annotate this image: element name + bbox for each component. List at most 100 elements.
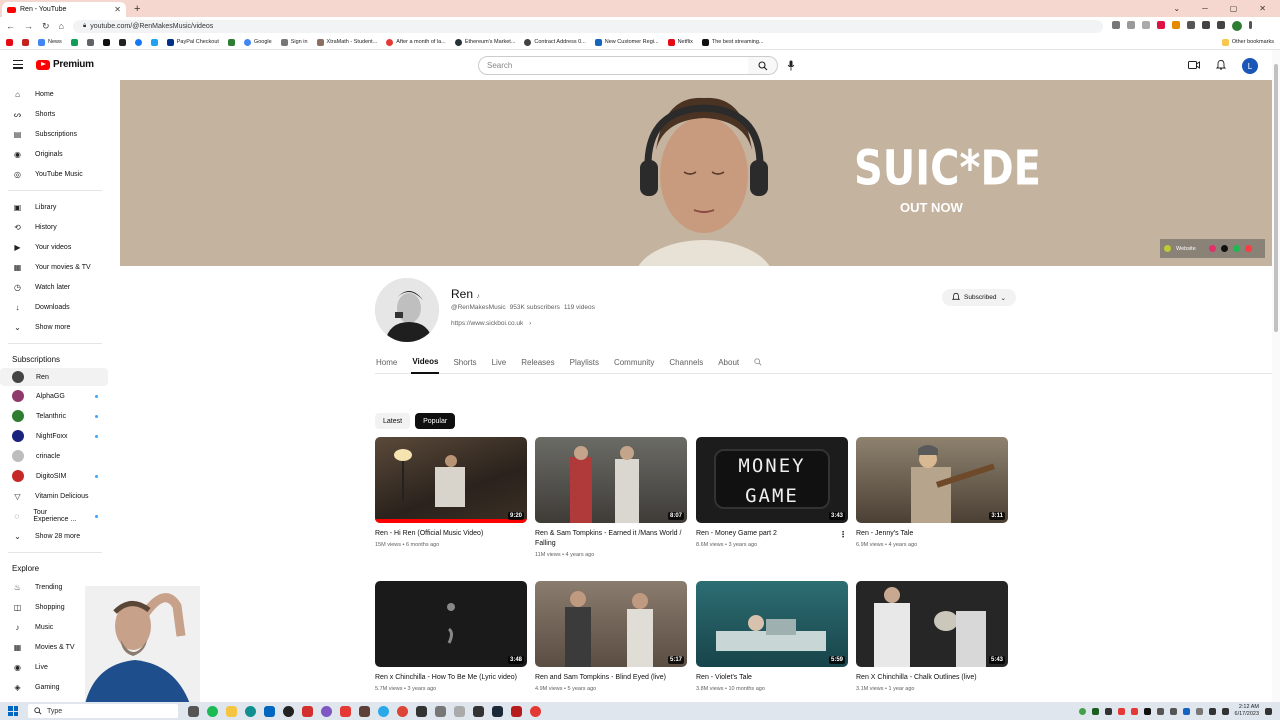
- video-card[interactable]: 5:59 Ren - Violet's Tale 3.8M views • 10…: [696, 581, 848, 692]
- microphone-icon[interactable]: [787, 60, 795, 74]
- app-icon[interactable]: [435, 705, 446, 717]
- windows-start-icon[interactable]: [8, 706, 18, 716]
- sidebar-item-history[interactable]: ⟲ History: [0, 217, 108, 237]
- website-link[interactable]: Website: [1176, 246, 1196, 252]
- extension-icon[interactable]: [1171, 21, 1180, 29]
- browser-tab[interactable]: Ren - YouTube ✕: [2, 2, 126, 17]
- share-icon[interactable]: [1126, 21, 1135, 29]
- sidebar-sub-vitamin-delicious[interactable]: ▽ Vitamin Delicious: [0, 486, 108, 506]
- telegram-icon[interactable]: [378, 705, 389, 717]
- minecraft-icon[interactable]: [359, 705, 370, 717]
- taskbar-search-input[interactable]: Type: [28, 704, 178, 718]
- file-explorer-icon[interactable]: [226, 705, 237, 717]
- reload-icon[interactable]: ↻: [42, 21, 50, 32]
- video-title[interactable]: Ren - Violet's Tale: [696, 673, 848, 683]
- bookmark-icon[interactable]: [118, 38, 126, 46]
- sidebar-item-subscriptions[interactable]: ▤ Subscriptions: [0, 124, 108, 144]
- bookmark-google[interactable]: Google: [243, 38, 272, 46]
- sidebar-sub-ren[interactable]: Ren: [0, 368, 108, 386]
- tray-icon[interactable]: [1182, 707, 1190, 715]
- extension-icon[interactable]: [1156, 21, 1165, 29]
- bookmark-icon[interactable]: [102, 38, 110, 46]
- tab-about[interactable]: About: [717, 350, 740, 374]
- sidebar-sub-crinacle[interactable]: crinacle: [0, 446, 108, 466]
- video-card[interactable]: 9:20 Ren - Hi Ren (Official Music Video)…: [375, 437, 527, 548]
- search-button[interactable]: [748, 56, 778, 75]
- spotify-icon[interactable]: [207, 705, 218, 717]
- search-input[interactable]: Search: [478, 56, 749, 75]
- bookmark-best-streaming[interactable]: The best streaming...: [701, 38, 764, 46]
- tray-icon[interactable]: [1195, 707, 1203, 715]
- hamburger-menu-icon[interactable]: [13, 60, 23, 71]
- video-thumbnail[interactable]: 5:17: [535, 581, 687, 667]
- video-title[interactable]: Ren & Sam Tompkins - Earned it /Mans Wor…: [535, 529, 687, 549]
- app-icon[interactable]: [511, 705, 522, 717]
- steam-icon[interactable]: [492, 705, 503, 717]
- page-scrollbar[interactable]: [1272, 50, 1280, 704]
- channel-avatar[interactable]: [375, 278, 439, 342]
- chrome-icon[interactable]: [397, 705, 408, 717]
- bookmark-icon[interactable]: [86, 38, 94, 46]
- sidebar-sub-alphagg[interactable]: AlphaGG: [0, 386, 108, 406]
- sidebar-item-shorts[interactable]: ᔕ Shorts: [0, 104, 108, 124]
- sidebar-item-home[interactable]: ⌂ Home: [0, 84, 108, 104]
- tab-channels[interactable]: Channels: [668, 350, 704, 374]
- app-icon[interactable]: [302, 705, 313, 717]
- tray-icon[interactable]: [1143, 707, 1151, 715]
- url-field[interactable]: 🔒︎ youtube.com/@RenMakesMusic/videos: [72, 19, 1103, 33]
- tiktok-icon[interactable]: [1220, 245, 1228, 252]
- profile-icon[interactable]: [1231, 21, 1242, 31]
- tab-shorts[interactable]: Shorts: [452, 350, 477, 374]
- app-icon[interactable]: [530, 705, 541, 717]
- video-thumbnail[interactable]: 9:20: [375, 437, 527, 523]
- bookmark-gmail-icon[interactable]: [22, 38, 29, 46]
- sidebar-item-youtube-music[interactable]: ◎ YouTube Music: [0, 164, 108, 184]
- close-tab-icon[interactable]: ✕: [114, 5, 121, 14]
- maximize-icon[interactable]: ▢: [1230, 4, 1238, 13]
- instagram-icon[interactable]: [1208, 245, 1216, 252]
- mail-icon[interactable]: [264, 705, 275, 717]
- video-thumbnail[interactable]: 5:43: [856, 581, 1008, 667]
- video-title[interactable]: Ren - Money Game part 2: [696, 529, 848, 539]
- sidebar-icon[interactable]: [1216, 21, 1225, 29]
- video-title[interactable]: Ren X Chinchilla - Chalk Outlines (live): [856, 673, 1008, 683]
- volume-icon[interactable]: [1221, 707, 1229, 715]
- forward-icon[interactable]: →: [24, 21, 33, 31]
- tab-playlists[interactable]: Playlists: [569, 350, 600, 374]
- obs-icon[interactable]: [283, 705, 294, 717]
- tab-community[interactable]: Community: [613, 350, 655, 374]
- sidebar-sub-nightfoxx[interactable]: NightFoxx: [0, 426, 108, 446]
- bookmark-ethereum[interactable]: Ethereum's Market...: [454, 38, 515, 46]
- puzzle-icon[interactable]: [1201, 21, 1210, 29]
- taskbar-clock[interactable]: 2:12 AM 6/17/2023: [1235, 704, 1259, 718]
- video-thumbnail[interactable]: 3:11: [856, 437, 1008, 523]
- tab-home[interactable]: Home: [375, 350, 398, 374]
- video-card[interactable]: 5:43 Ren X Chinchilla - Chalk Outlines (…: [856, 581, 1008, 692]
- sidebar-item-library[interactable]: ▣ Library: [0, 197, 108, 217]
- account-avatar[interactable]: L: [1242, 58, 1258, 74]
- edge-icon[interactable]: [245, 705, 256, 717]
- website-icon[interactable]: [1164, 245, 1171, 252]
- sidebar-item-watch-later[interactable]: ◷ Watch later: [0, 277, 108, 297]
- app-icon[interactable]: [454, 705, 465, 717]
- video-thumbnail[interactable]: MONEY GAME 3:43: [696, 437, 848, 523]
- wifi-icon[interactable]: [1208, 707, 1216, 715]
- video-card[interactable]: 8:07 Ren & Sam Tompkins - Earned it /Man…: [535, 437, 687, 558]
- sidebar-sub-digitosim[interactable]: DigitoSIM: [0, 466, 108, 486]
- video-title[interactable]: Ren - Hi Ren (Official Music Video): [375, 529, 527, 539]
- bookmark-netflix-icon[interactable]: [6, 38, 13, 46]
- tab-videos[interactable]: Videos: [411, 350, 440, 374]
- bookmark-drive-icon[interactable]: [70, 38, 78, 46]
- sidebar-sub-telanthric[interactable]: Telanthric: [0, 406, 108, 426]
- back-icon[interactable]: ←: [6, 21, 15, 31]
- new-tab-button[interactable]: +: [134, 3, 140, 15]
- video-card[interactable]: 3:48 Ren x Chinchilla - How To Be Me (Ly…: [375, 581, 527, 692]
- other-bookmarks[interactable]: Other bookmarks: [1221, 38, 1280, 46]
- subscribed-button[interactable]: Subscribed ⌄: [942, 289, 1016, 306]
- bookmark-new-customer[interactable]: New Customer Regi...: [594, 38, 659, 46]
- notifications-bell-icon[interactable]: [1215, 59, 1227, 73]
- video-card[interactable]: MONEY GAME 3:43 Ren - Money Game part 2 …: [696, 437, 848, 548]
- video-thumbnail[interactable]: 8:07: [535, 437, 687, 523]
- bookmark-paypal[interactable]: PayPal Checkout: [166, 38, 219, 46]
- bookmark-twitter-icon[interactable]: [150, 38, 158, 46]
